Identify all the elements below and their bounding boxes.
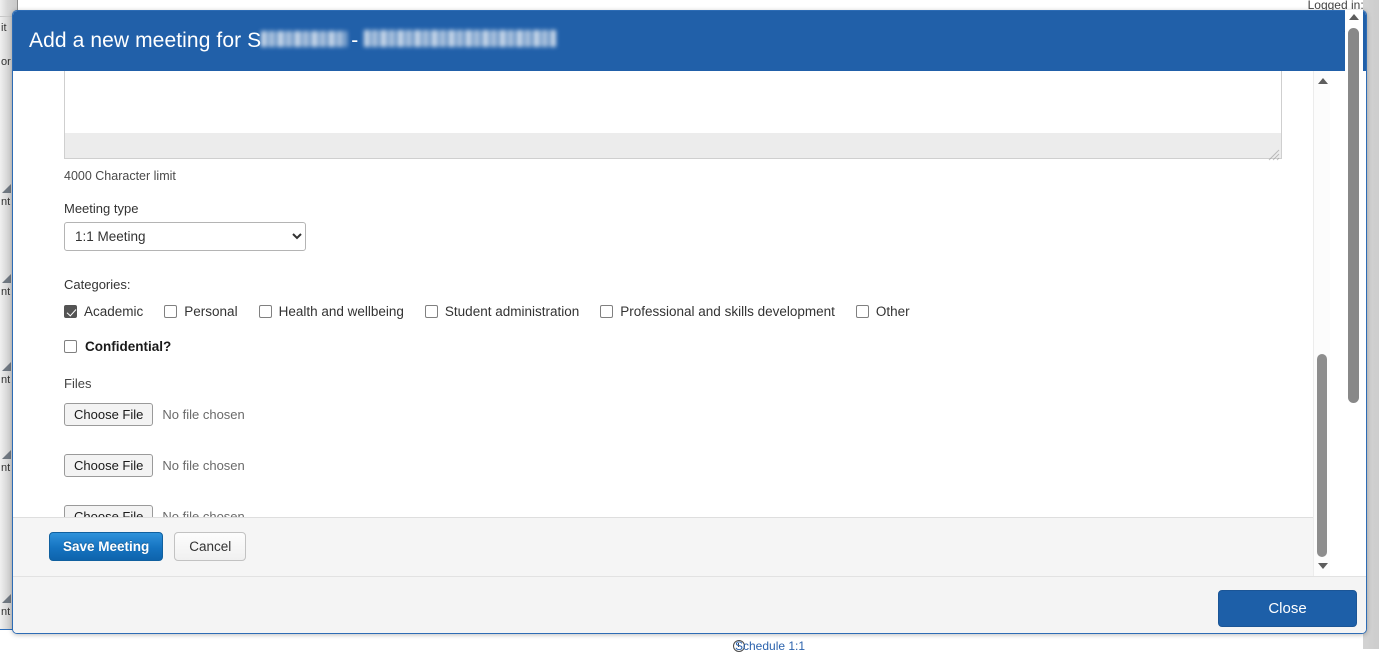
schedule-1-1-link[interactable]: Schedule 1:1	[735, 639, 805, 653]
category-personal-label: Personal	[184, 304, 237, 319]
background-triangle-icon	[2, 362, 11, 371]
background-text-fragment: nt	[1, 462, 10, 474]
categories-row: Academic Personal Health and wellbeing S…	[64, 304, 1296, 319]
form-scrollbar-thumb[interactable]	[1317, 354, 1327, 557]
category-personal[interactable]: Personal	[164, 304, 237, 319]
meeting-form-scroll-area: 4000 Character limit Meeting type 1:1 Me…	[13, 71, 1313, 576]
category-health-and-wellbeing-checkbox[interactable]	[259, 305, 272, 318]
modal-title: Add a new meeting for S -	[29, 29, 556, 53]
files-label: Files	[64, 376, 1296, 391]
category-student-administration[interactable]: Student administration	[425, 304, 579, 319]
category-student-administration-label: Student administration	[445, 304, 579, 319]
background-text-fragment: nt	[1, 286, 10, 298]
meeting-type-select[interactable]: 1:1 Meeting	[64, 222, 306, 251]
file-row: Choose File No file chosen	[64, 453, 1296, 477]
save-meeting-button[interactable]: Save Meeting	[49, 532, 163, 561]
scroll-up-arrow-icon[interactable]	[1318, 78, 1328, 84]
add-meeting-modal: Add a new meeting for S -	[12, 10, 1367, 634]
category-other[interactable]: Other	[856, 304, 910, 319]
category-professional-and-skills-development-checkbox[interactable]	[600, 305, 613, 318]
category-student-administration-checkbox[interactable]	[425, 305, 438, 318]
file-row: Choose File No file chosen	[64, 402, 1296, 426]
scroll-down-arrow-icon[interactable]	[1318, 563, 1328, 569]
category-academic-label: Academic	[84, 304, 143, 319]
form-action-bar: Save Meeting Cancel	[13, 517, 1313, 576]
category-personal-checkbox[interactable]	[164, 305, 177, 318]
modal-title-prefix: Add a new meeting for S	[29, 29, 261, 53]
modal-title-separator: -	[351, 29, 358, 53]
modal-content-frame: 4000 Character limit Meeting type 1:1 Me…	[13, 71, 1367, 576]
background-triangle-icon	[2, 184, 11, 193]
category-academic[interactable]: Academic	[64, 304, 143, 319]
category-other-label: Other	[876, 304, 910, 319]
category-other-checkbox[interactable]	[856, 305, 869, 318]
background-text-fragment: or	[1, 56, 11, 68]
window-scrollbar-thumb[interactable]	[1348, 28, 1359, 403]
category-health-and-wellbeing-label: Health and wellbeing	[279, 304, 404, 319]
meeting-notes-textarea[interactable]	[64, 71, 1282, 159]
category-professional-and-skills-development[interactable]: Professional and skills development	[600, 304, 835, 319]
cancel-button[interactable]: Cancel	[174, 532, 246, 561]
choose-file-button[interactable]: Choose File	[64, 454, 153, 477]
redacted-student-id	[261, 31, 347, 47]
choose-file-button[interactable]: Choose File	[64, 403, 153, 426]
file-status-label: No file chosen	[162, 458, 244, 473]
meeting-form: 4000 Character limit Meeting type 1:1 Me…	[13, 71, 1296, 576]
background-text-fragment: nt	[1, 374, 10, 386]
confidential-checkbox[interactable]	[64, 340, 77, 353]
categories-label: Categories:	[64, 277, 1296, 292]
confidential-label: Confidential?	[85, 339, 171, 354]
file-status-label: No file chosen	[162, 407, 244, 422]
redacted-student-name	[364, 30, 556, 47]
window-scroll-up-arrow-icon[interactable]	[1349, 14, 1359, 20]
notes-field-wrap	[13, 71, 1296, 159]
background-text-fragment: nt	[1, 606, 10, 618]
background-text-fragment: nt	[1, 196, 10, 208]
modal-header: Add a new meeting for S -	[13, 11, 1366, 71]
category-professional-and-skills-development-label: Professional and skills development	[620, 304, 835, 319]
char-limit-label: 4000 Character limit	[64, 169, 1296, 183]
background-triangle-icon	[2, 274, 11, 283]
category-academic-checkbox[interactable]	[64, 305, 77, 318]
window-scrollbar[interactable]	[1345, 10, 1363, 565]
background-text-fragment: it	[1, 22, 7, 34]
modal-footer: Close	[13, 576, 1367, 634]
background-triangle-icon	[2, 594, 11, 603]
meeting-type-label: Meeting type	[64, 201, 1296, 216]
form-scrollbar[interactable]	[1313, 71, 1330, 576]
category-health-and-wellbeing[interactable]: Health and wellbeing	[259, 304, 404, 319]
background-triangle-icon	[2, 450, 11, 459]
close-button[interactable]: Close	[1218, 590, 1357, 627]
confidential-row[interactable]: Confidential?	[64, 339, 1296, 354]
